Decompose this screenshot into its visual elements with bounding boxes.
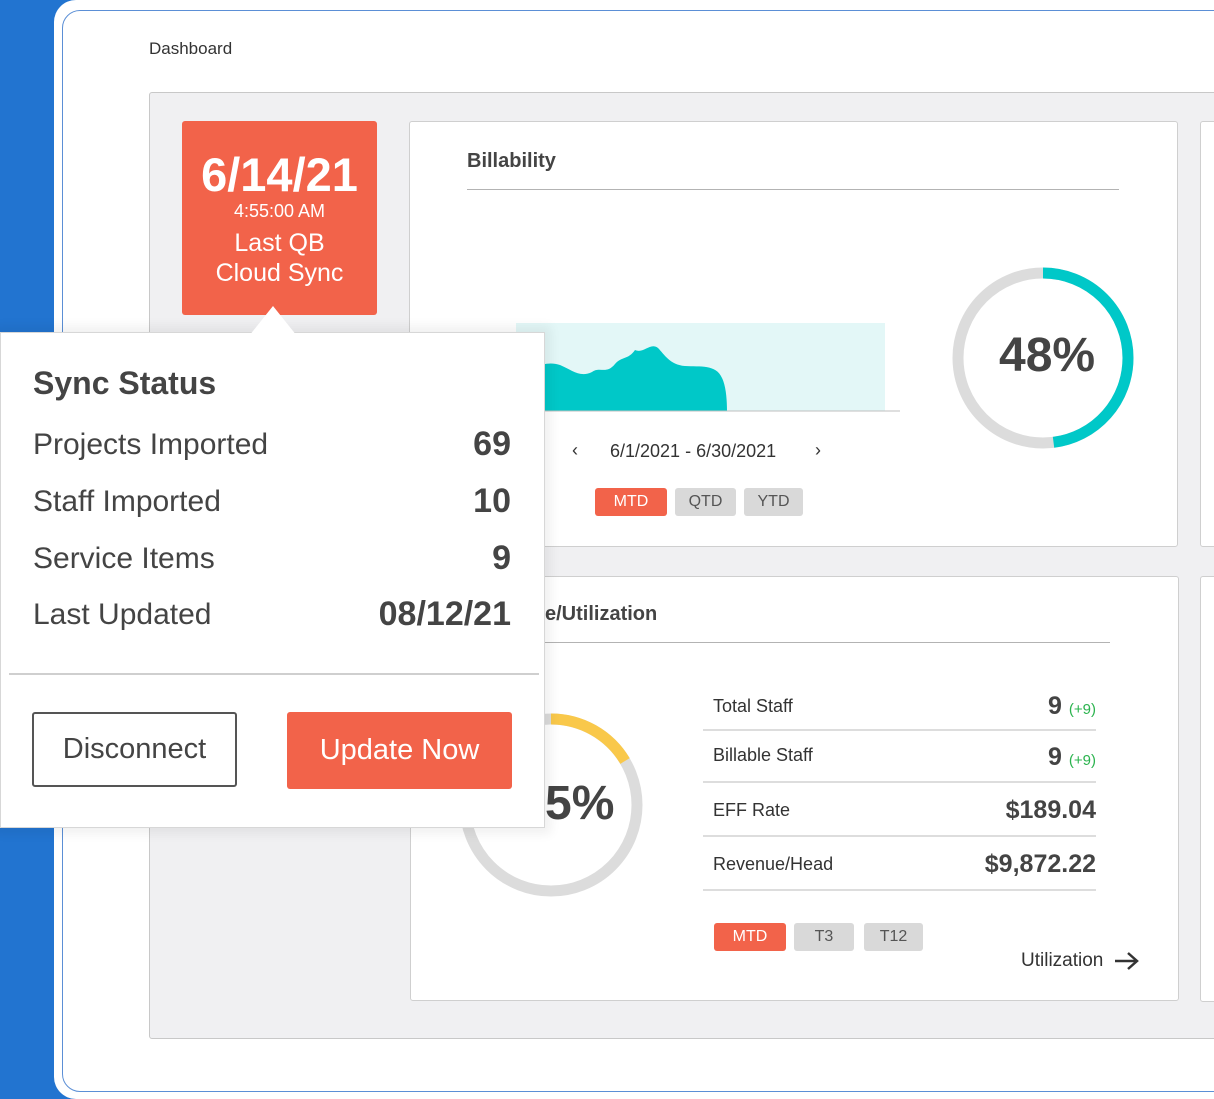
next-range-button[interactable]: › xyxy=(815,440,821,461)
stat-label: Billable Staff xyxy=(713,745,813,765)
update-now-button[interactable]: Update Now xyxy=(287,712,512,789)
utilization-tab-t12[interactable]: T12 xyxy=(864,923,923,951)
sync-row-label: Projects Imported xyxy=(33,428,269,461)
billability-date-range: 6/1/2021 - 6/30/2021 xyxy=(610,441,777,461)
page-title: Dashboard xyxy=(149,39,233,58)
billability-tab-ytd[interactable]: YTD xyxy=(744,488,803,516)
stat-value: 9 (+9) xyxy=(1048,692,1096,721)
stat-number: $9,872.22 xyxy=(984,850,1096,878)
chevron-right-icon: › xyxy=(815,440,821,460)
stat-value: $189.04 xyxy=(1006,796,1096,825)
stat-delta: (+9) xyxy=(1068,752,1096,769)
sync-row-label: Staff Imported xyxy=(33,485,221,518)
utilization-link-label: Utilization xyxy=(1021,950,1104,971)
sync-row-label: Last Updated xyxy=(33,598,212,631)
stat-delta: (+9) xyxy=(1068,701,1096,718)
utilization-title: e/Utilization xyxy=(545,603,658,625)
stat-row-eff-rate: EFF Rate $189.04 xyxy=(703,783,1096,837)
prev-range-button[interactable]: ‹ xyxy=(572,440,578,461)
billability-percent: 48% xyxy=(999,329,1096,382)
stat-number: $189.04 xyxy=(1005,796,1096,824)
stat-label: Revenue/Head xyxy=(713,854,834,874)
sync-row-label: Service Items xyxy=(33,542,215,575)
arrow-right-icon xyxy=(1115,952,1140,970)
billability-tab-qtd[interactable]: QTD xyxy=(675,488,736,516)
stat-label: Total Staff xyxy=(713,696,793,716)
sync-label: Last QB Cloud Sync xyxy=(182,228,377,288)
right-card-top xyxy=(1200,121,1214,547)
sync-status-popover: Sync Status Projects Imported 69 Staff I… xyxy=(0,332,545,828)
right-card-bottom xyxy=(1200,576,1214,1002)
sync-time: 4:55:00 AM xyxy=(233,201,326,221)
utilization-title-rule xyxy=(545,642,1110,643)
popover-arrow xyxy=(249,306,297,336)
stat-row-total-staff: Total Staff 9 (+9) xyxy=(703,688,1096,731)
sync-row-value: 9 xyxy=(492,539,511,577)
stat-row-revenue-head: Revenue/Head $9,872.22 xyxy=(703,837,1096,891)
stat-row-billable-staff: Billable Staff 9 (+9) xyxy=(703,731,1096,783)
utilization-tab-t3[interactable]: T3 xyxy=(794,923,854,951)
stat-number: 9 xyxy=(1048,743,1062,771)
stat-label: EFF Rate xyxy=(713,800,791,820)
sync-label-line2: Cloud Sync xyxy=(215,259,344,287)
stat-value: $9,872.22 xyxy=(985,850,1096,879)
last-sync-badge[interactable]: 6/14/21 4:55:00 AM Last QB Cloud Sync xyxy=(182,121,377,315)
billability-title: Billability xyxy=(467,150,556,172)
sync-row-value: 08/12/21 xyxy=(378,595,511,633)
sync-row-value: 10 xyxy=(473,482,511,520)
billability-title-rule xyxy=(467,189,1119,190)
sync-status-divider xyxy=(9,673,539,675)
sync-label-line1: Last QB xyxy=(234,229,325,257)
utilization-link[interactable]: Utilization xyxy=(1021,950,1141,972)
utilization-tab-mtd[interactable]: MTD xyxy=(714,923,786,951)
utilization-percent: 5% xyxy=(545,777,615,830)
stat-value: 9 (+9) xyxy=(1048,743,1096,772)
disconnect-button[interactable]: Disconnect xyxy=(32,712,237,787)
billability-tab-mtd[interactable]: MTD xyxy=(595,488,667,516)
stat-number: 9 xyxy=(1048,692,1062,720)
sync-row-value: 69 xyxy=(473,425,511,463)
sync-status-title: Sync Status xyxy=(33,365,217,401)
sync-date: 6/14/21 xyxy=(201,148,358,201)
chevron-left-icon: ‹ xyxy=(572,440,578,460)
